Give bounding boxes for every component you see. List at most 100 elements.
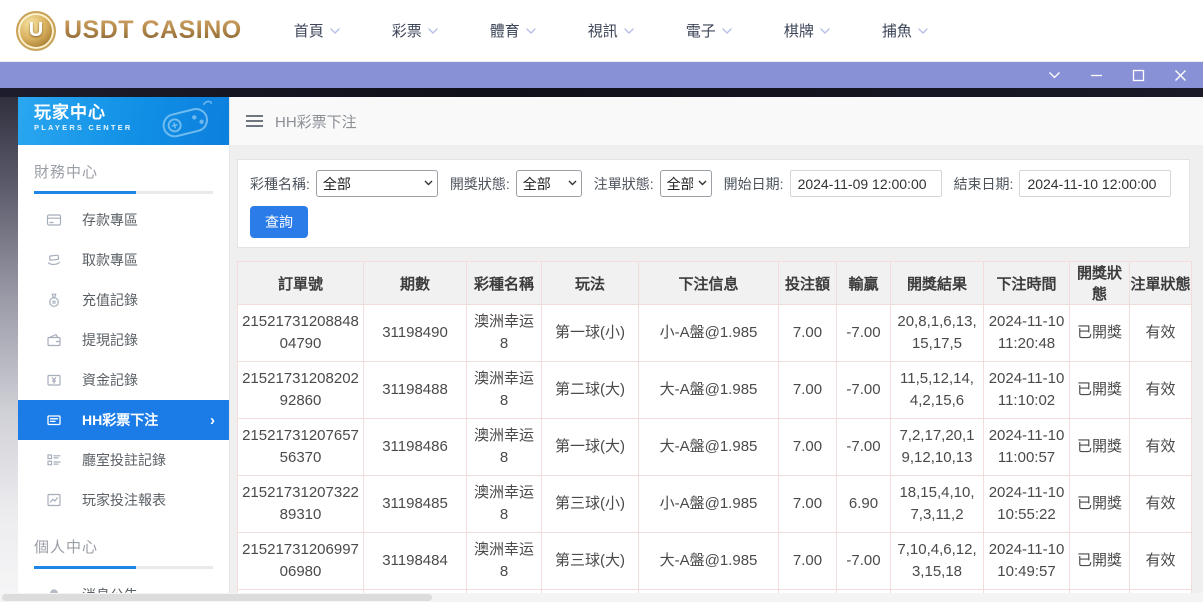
table-cell: 有效 xyxy=(1129,361,1192,419)
table-cell: 澳洲幸运8 xyxy=(466,418,542,476)
column-header: 玩法 xyxy=(541,261,639,305)
lottery-name-label: 彩種名稱: xyxy=(250,175,310,192)
column-header: 投注額 xyxy=(778,261,837,305)
nav-item-label: 彩票 xyxy=(391,23,422,40)
sidebar-item-player-bet-report[interactable]: 玩家投注報表 xyxy=(18,480,229,520)
table-cell: 小-A盤@1.985 xyxy=(638,304,779,362)
sidebar-item-label: 存款專區 xyxy=(82,212,138,228)
table-cell: -7.00 xyxy=(836,532,891,590)
table-cell: 31198485 xyxy=(363,475,467,533)
search-button[interactable]: 查詢 xyxy=(250,206,308,238)
table-cell: 澳洲幸运8 xyxy=(466,361,542,419)
table-cell: 大-A盤@1.985 xyxy=(638,418,779,476)
order-status-label: 注單狀態: xyxy=(593,175,654,192)
section-personal-center: 個人中心 xyxy=(34,536,213,569)
ticket-icon xyxy=(46,412,62,428)
table-cell: 2152173120699706980 xyxy=(237,532,364,590)
table-cell: 已開獎 xyxy=(1069,304,1130,362)
window-close-icon[interactable] xyxy=(1173,68,1187,82)
nav-item-home[interactable]: 首頁 xyxy=(294,20,340,41)
table-cell: 2152173120765756370 xyxy=(237,418,364,476)
nav-item-label: 電子 xyxy=(685,23,716,40)
table-cell: 2024-11-10 10:55:22 xyxy=(983,475,1070,533)
sidebar-item-hall-bet-record[interactable]: 廳室投註記錄 xyxy=(18,440,229,480)
main-nav: 首頁 彩票 體育 視訊 電子 棋牌 捕魚 xyxy=(294,20,928,41)
column-header: 開獎結果 xyxy=(890,261,984,305)
table-cell: 7.00 xyxy=(778,361,837,419)
logo[interactable]: U USDT CASINO xyxy=(16,10,242,51)
table-cell: 第三球(小) xyxy=(541,475,639,533)
sidebar-item-recharge-record[interactable]: 充值記錄 xyxy=(18,280,229,320)
column-header: 訂單號 xyxy=(237,261,364,305)
main-content: HH彩票下注 彩種名稱: 全部 開獎狀態: 全部 注單狀態: 全部 開始日期: … xyxy=(230,97,1203,602)
table-cell: 7.00 xyxy=(778,532,837,590)
nav-item-label: 首頁 xyxy=(293,23,324,40)
start-date-input[interactable] xyxy=(789,170,942,197)
column-header: 注單狀態 xyxy=(1129,261,1192,305)
logo-coin-icon: U xyxy=(16,10,56,51)
order-status-select[interactable]: 全部 xyxy=(659,170,712,197)
end-date-label: 結束日期: xyxy=(953,175,1014,192)
table-cell: 澳洲幸运8 xyxy=(466,532,542,590)
section-label-text: 財務中心 xyxy=(34,164,99,181)
nav-item-label: 捕魚 xyxy=(881,23,912,40)
hamburger-menu-icon[interactable] xyxy=(246,112,263,130)
table-row: 2152173120765756370 31198486 澳洲幸运8 第一球(大) 大-… xyxy=(237,418,1192,476)
bet-table: 訂單號 期數 彩種名稱 玩法 下注信息 投注額 輸贏 開獎結果 下注時間 開獎狀態 注單狀態 215… xyxy=(237,261,1192,602)
chevron-down-icon xyxy=(918,28,928,35)
chevron-down-icon xyxy=(330,28,340,35)
table-cell: 31198490 xyxy=(363,304,467,362)
end-date-input[interactable] xyxy=(1019,170,1172,197)
lottery-name-select[interactable]: 全部 xyxy=(315,170,438,197)
table-cell: 2024-11-10 11:10:02 xyxy=(983,361,1070,419)
window-chevron-down-icon[interactable] xyxy=(1047,68,1061,82)
table-cell: 7.00 xyxy=(778,304,837,362)
table-cell: 小-A盤@1.985 xyxy=(638,475,779,533)
nav-item-lottery[interactable]: 彩票 xyxy=(392,20,438,41)
table-cell: 已開獎 xyxy=(1069,361,1130,419)
breadcrumb: HH彩票下注 xyxy=(230,97,1203,145)
section-underline xyxy=(34,566,213,569)
nav-item-live[interactable]: 視訊 xyxy=(588,20,634,41)
table-cell: 2024-11-10 11:20:48 xyxy=(983,304,1070,362)
table-cell: 第二球(大) xyxy=(541,361,639,419)
table-cell: 有效 xyxy=(1129,475,1192,533)
chevron-down-icon xyxy=(428,28,438,35)
table-cell: 有效 xyxy=(1129,532,1192,590)
nav-item-slots[interactable]: 電子 xyxy=(686,20,732,41)
column-header: 輸贏 xyxy=(836,261,891,305)
window-minimize-icon[interactable] xyxy=(1089,68,1103,82)
table-cell: 6.90 xyxy=(836,475,891,533)
sidebar-item-label: 玩家投注報表 xyxy=(82,492,166,508)
sidebar-item-deposit[interactable]: 存款專區 xyxy=(18,200,229,240)
table-row: 2152173120732289310 31198485 澳洲幸运8 第三球(小) 小-… xyxy=(237,475,1192,533)
sidebar-item-funds-record[interactable]: 資金記錄 xyxy=(18,360,229,400)
table-cell: 2152173120884804790 xyxy=(237,304,364,362)
table-cell: 2152173120732289310 xyxy=(237,475,364,533)
column-header: 下注信息 xyxy=(638,261,779,305)
table-cell: 2152173120820292860 xyxy=(237,361,364,419)
sidebar-item-withdraw-record[interactable]: 提現記錄 xyxy=(18,320,229,360)
table-row: 2152173120699706980 31198484 澳洲幸运8 第三球(大) 大-… xyxy=(237,532,1192,590)
table-cell: 7,10,4,6,12,3,15,18 xyxy=(890,532,984,590)
section-underline xyxy=(34,191,213,194)
sidebar-item-label: HH彩票下注 xyxy=(82,412,159,428)
nav-item-sports[interactable]: 體育 xyxy=(490,20,536,41)
sidebar-item-label: 廳室投註記錄 xyxy=(82,452,166,468)
window-left-frame xyxy=(0,97,18,602)
sidebar-item-withdraw[interactable]: 取款專區 xyxy=(18,240,229,280)
chevron-right-icon: › xyxy=(210,411,215,429)
draw-status-select[interactable]: 全部 xyxy=(515,170,582,197)
table-cell: 第一球(大) xyxy=(541,418,639,476)
window-maximize-icon[interactable] xyxy=(1131,68,1145,82)
table-cell: 大-A盤@1.985 xyxy=(638,361,779,419)
column-header: 彩種名稱 xyxy=(466,261,542,305)
window-frame-strip xyxy=(0,88,1203,97)
bet-table-head-row: 訂單號 期數 彩種名稱 玩法 下注信息 投注額 輸贏 開獎結果 下注時間 開獎狀態 注單狀態 xyxy=(237,261,1192,305)
table-cell: 18,15,4,10,7,3,11,2 xyxy=(890,475,984,533)
filter-panel: 彩種名稱: 全部 開獎狀態: 全部 注單狀態: 全部 開始日期: 2024-11… xyxy=(237,159,1190,248)
sidebar-item-hh-lottery-bets[interactable]: HH彩票下注 › xyxy=(18,400,229,440)
horizontal-scrollbar-thumb[interactable] xyxy=(2,594,432,601)
nav-item-fishing[interactable]: 捕魚 xyxy=(882,20,928,41)
nav-item-cards[interactable]: 棋牌 xyxy=(784,20,830,41)
